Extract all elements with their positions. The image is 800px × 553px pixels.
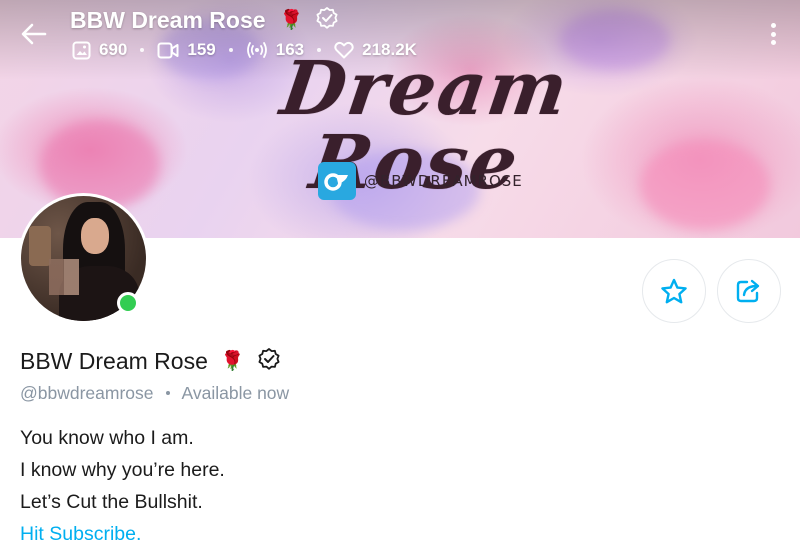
heart-icon: [334, 41, 354, 59]
stat-separator: [317, 48, 322, 52]
stat-videos-count: 159: [187, 40, 216, 59]
stat-separator: [140, 48, 145, 52]
top-bar: BBW Dream Rose 🌹 690 159 163 218.2K: [0, 0, 800, 70]
more-options-button[interactable]: [764, 20, 782, 48]
profile-handle-row: @bbwdreamrose Available now: [20, 381, 289, 405]
profile-username: @bbwdreamrose: [20, 382, 154, 403]
cover-handle: @BBWDREAMROSE: [318, 162, 523, 200]
add-to-favorites-button[interactable]: [642, 259, 706, 323]
online-status-indicator: [117, 292, 139, 314]
stats-row: 690 159 163 218.2K: [72, 38, 417, 62]
header-title: BBW Dream Rose: [70, 6, 266, 33]
header-title-row: BBW Dream Rose 🌹: [70, 5, 339, 35]
verified-badge-icon: [315, 6, 339, 35]
stat-likes: 218.2K: [334, 40, 417, 60]
profile-bio: You know who I am. I know why you’re her…: [20, 425, 225, 553]
availability-status: Available now: [181, 382, 290, 403]
stat-streams: 163: [246, 40, 304, 60]
stat-streams-count: 163: [275, 40, 305, 59]
more-vertical-icon: [770, 23, 776, 28]
cover-handle-text: @BBWDREAMROSE: [364, 172, 523, 190]
profile-name-row: BBW Dream Rose 🌹: [20, 346, 281, 376]
stat-likes-count: 218.2K: [362, 40, 417, 59]
bio-line: Let’s Cut the Bullshit.: [20, 491, 203, 513]
profile-display-name: BBW Dream Rose: [20, 347, 208, 374]
share-button[interactable]: [717, 259, 781, 323]
back-button[interactable]: [18, 18, 50, 50]
stat-photos: 690: [72, 40, 127, 60]
arrow-left-icon: [21, 23, 47, 45]
rose-emoji: 🌹: [279, 10, 304, 31]
bio-line: I know why you’re here.: [20, 459, 225, 481]
verified-badge-icon: [257, 347, 281, 376]
handle-separator: [165, 391, 170, 395]
bio-subscribe-text: Hit Subscribe.: [20, 523, 142, 545]
image-icon: [72, 41, 91, 59]
video-icon: [157, 42, 179, 58]
share-icon: [736, 279, 760, 303]
stat-videos: 159: [157, 40, 216, 60]
broadcast-icon: [246, 42, 267, 58]
onlyfans-logo-icon: [318, 162, 356, 200]
rose-emoji: 🌹: [220, 351, 245, 372]
bio-line: You know who I am.: [20, 427, 194, 449]
stat-separator: [228, 48, 233, 52]
stat-photos-count: 690: [99, 40, 128, 59]
star-icon: [661, 278, 687, 303]
